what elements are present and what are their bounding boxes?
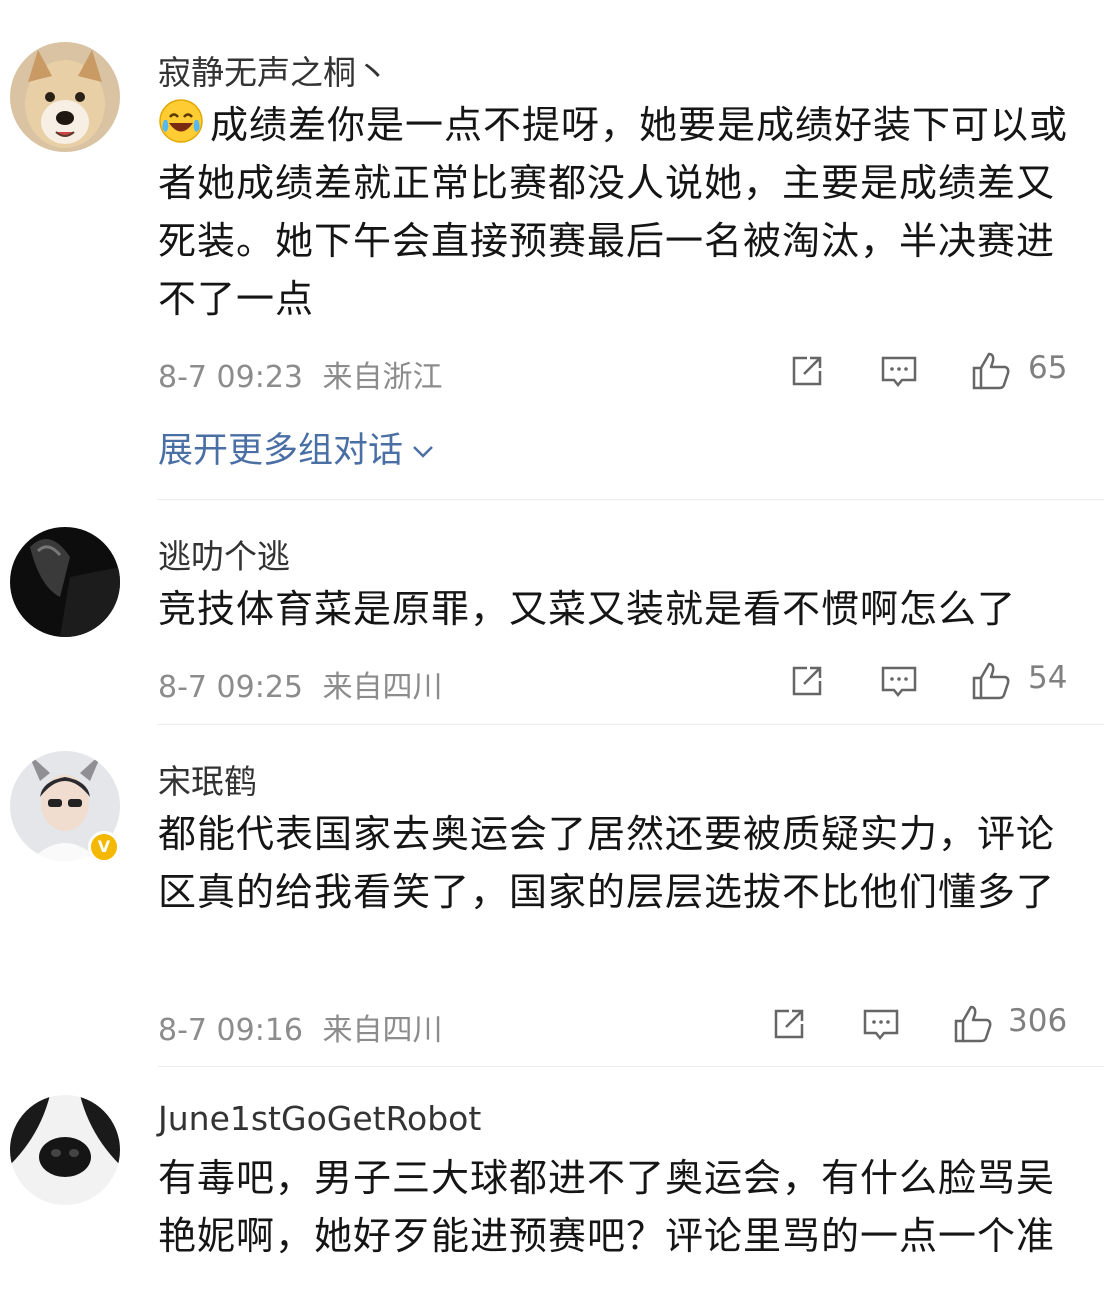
comment-item: June1stGoGetRobot 有毒吧，男子三大球都进不了奥运会，有什么脸骂… xyxy=(0,1067,1104,1302)
like-count: 65 xyxy=(1028,350,1068,386)
share-icon[interactable] xyxy=(786,350,828,392)
comment-body: 都能代表国家去奥运会了居然还要被质疑实力，评论区真的给我看笑了，国家的层层选拔不… xyxy=(158,812,1056,914)
username[interactable]: 宋珉鹤 xyxy=(158,755,257,803)
comment-actions: 65 xyxy=(0,350,1104,394)
share-icon[interactable] xyxy=(768,1003,810,1045)
laugh-cry-emoji-icon xyxy=(158,98,204,144)
expand-conversation-link[interactable]: 展开更多组对话 xyxy=(158,422,435,473)
comment-text: 都能代表国家去奥运会了居然还要被质疑实力，评论区真的给我看笑了，国家的层层选拔不… xyxy=(158,805,1068,921)
username[interactable]: 寂静无声之桐丶 xyxy=(158,46,389,94)
thumbs-up-icon[interactable] xyxy=(970,350,1012,392)
like-count: 54 xyxy=(1028,660,1068,696)
comment-text: 有毒吧，男子三大球都进不了奥运会，有什么脸骂吴艳妮啊，她好歹能进预赛吧？评论里骂… xyxy=(158,1149,1068,1265)
avatar[interactable] xyxy=(10,1095,120,1205)
comment-body: 竞技体育菜是原罪，又菜又装就是看不惯啊怎么了 xyxy=(158,587,1017,631)
like-count: 306 xyxy=(1008,1003,1068,1039)
comment-body: 有毒吧，男子三大球都进不了奥运会，有什么脸骂吴艳妮啊，她好歹能进预赛吧？评论里骂… xyxy=(158,1156,1056,1258)
thumbs-up-icon[interactable] xyxy=(952,1003,994,1045)
comment-actions: 306 xyxy=(0,1003,1104,1047)
chevron-down-icon xyxy=(411,432,435,472)
avatar[interactable] xyxy=(10,527,120,637)
comment-item: 寂静无声之桐丶 成绩差你是一点不提呀，她要是成绩好装下可以或者她成绩差就正常比赛… xyxy=(0,0,1104,500)
verified-badge: V xyxy=(88,831,120,863)
comment-body: 成绩差你是一点不提呀，她要是成绩好装下可以或者她成绩差就正常比赛都没人说她，主要… xyxy=(158,103,1069,321)
comment-item: 逃叻个逃 竞技体育菜是原罪，又菜又装就是看不惯啊怎么了 8-7 09:25 来自… xyxy=(0,500,1104,725)
expand-label: 展开更多组对话 xyxy=(158,431,404,471)
comment-icon[interactable] xyxy=(878,350,920,392)
comment-icon[interactable] xyxy=(860,1003,902,1045)
thumbs-up-icon[interactable] xyxy=(970,660,1012,702)
comment-text: 竞技体育菜是原罪，又菜又装就是看不惯啊怎么了 xyxy=(158,580,1068,638)
comment-item: V 宋珉鹤 都能代表国家去奥运会了居然还要被质疑实力，评论区真的给我看笑了，国家… xyxy=(0,725,1104,1067)
username[interactable]: 逃叻个逃 xyxy=(158,530,290,578)
comment-actions: 54 xyxy=(0,660,1104,704)
avatar[interactable] xyxy=(10,42,120,152)
share-icon[interactable] xyxy=(786,660,828,702)
comment-text: 成绩差你是一点不提呀，她要是成绩好装下可以或者她成绩差就正常比赛都没人说她，主要… xyxy=(158,96,1068,328)
username[interactable]: June1stGoGetRobot xyxy=(158,1099,481,1138)
comment-icon[interactable] xyxy=(878,660,920,702)
